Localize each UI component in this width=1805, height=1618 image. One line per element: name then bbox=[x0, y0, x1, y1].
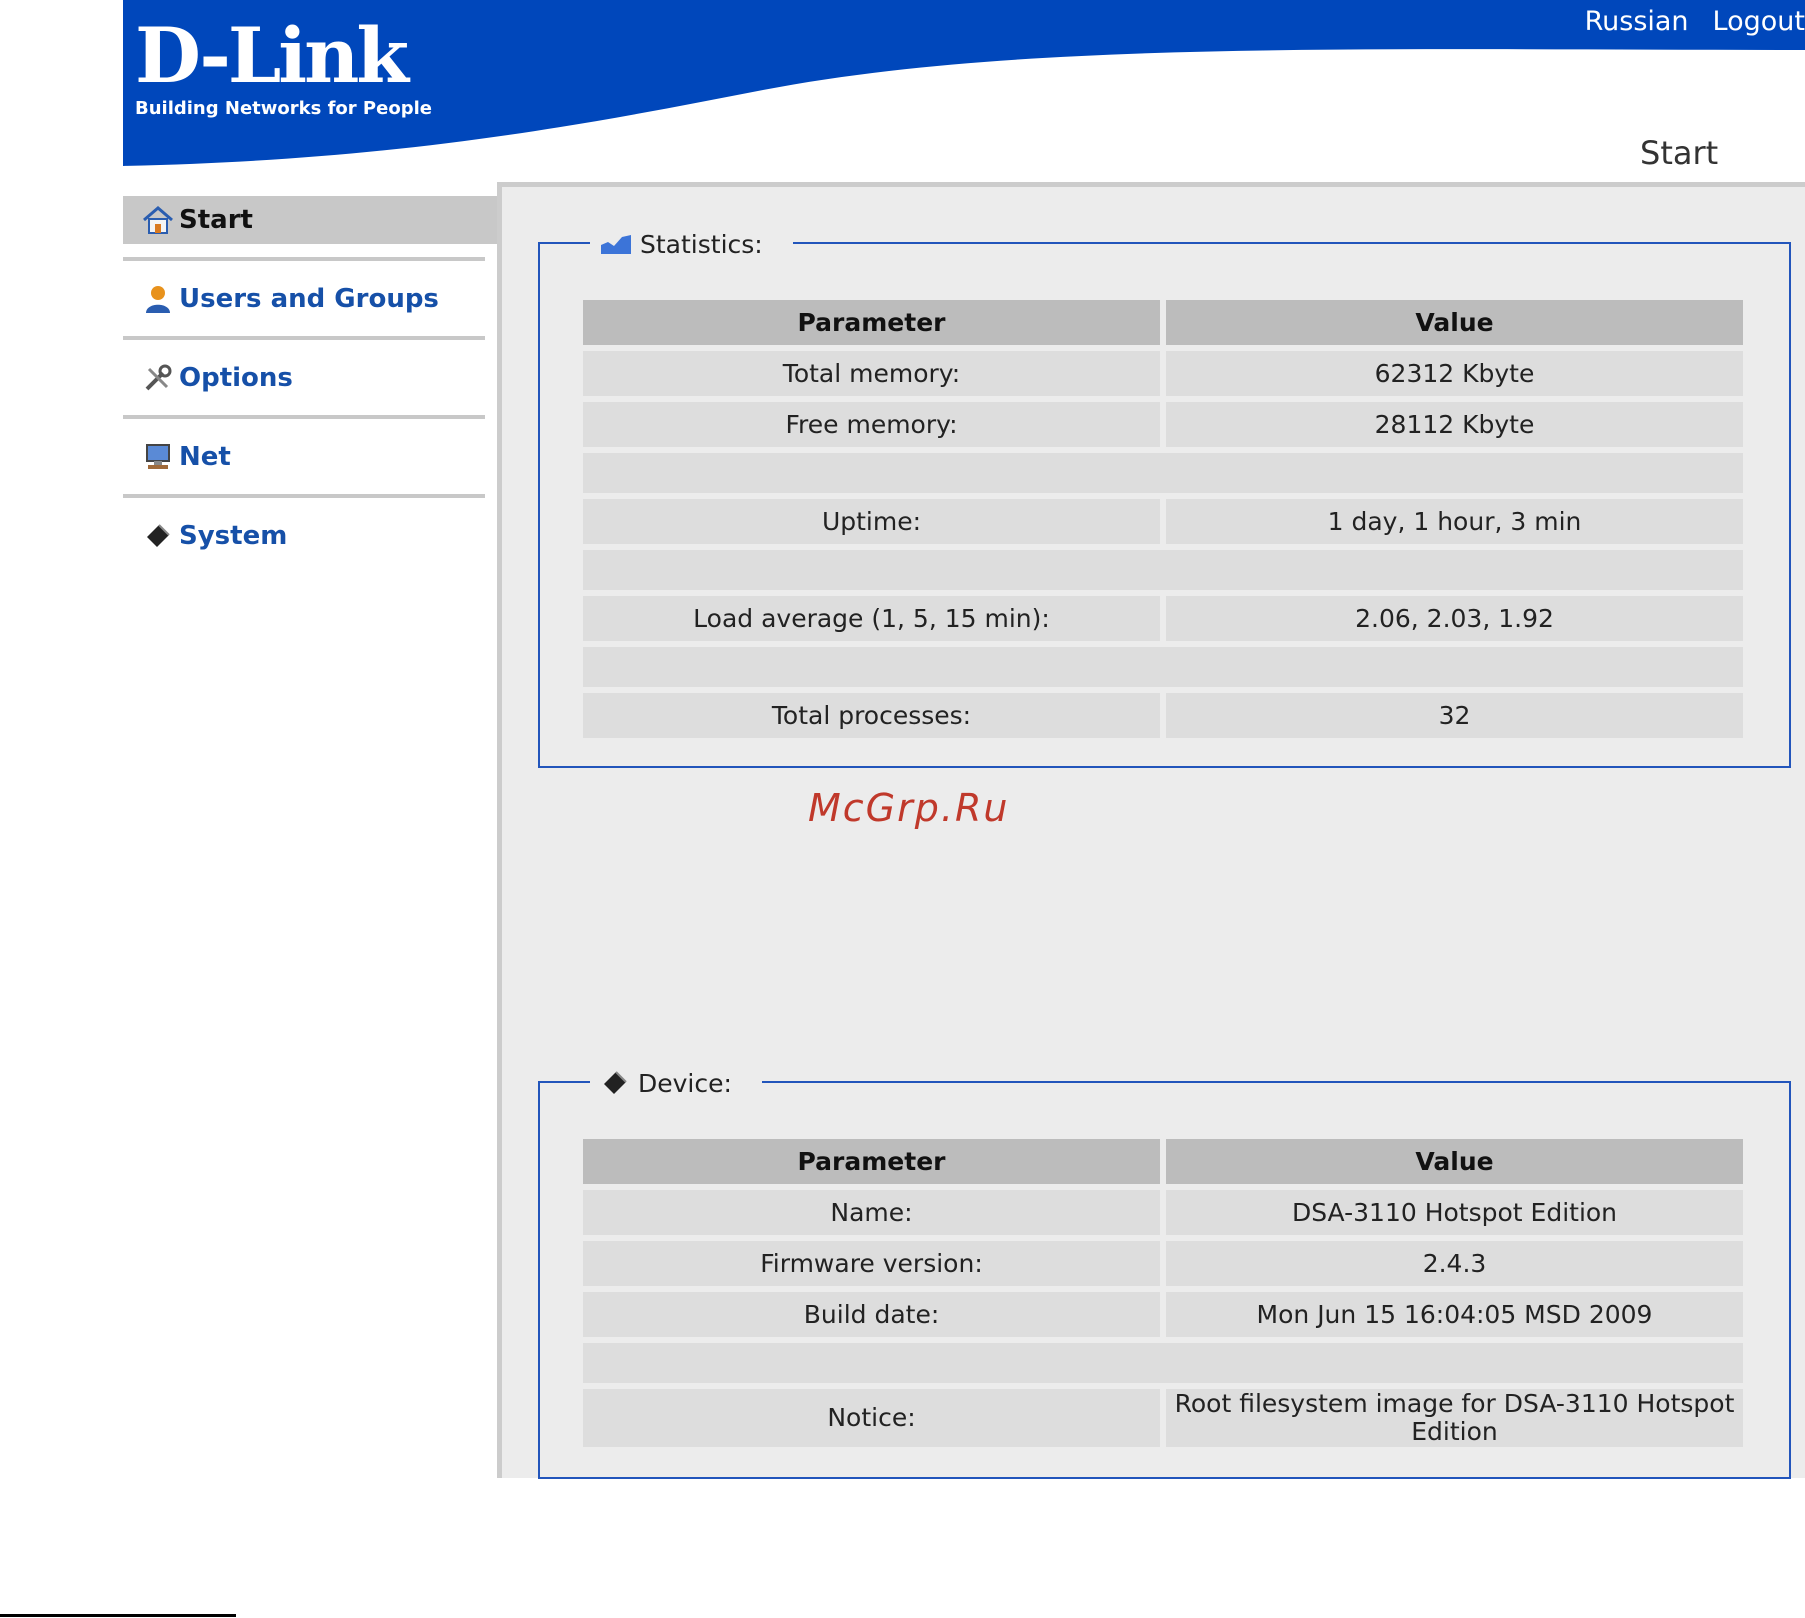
spacer-cell bbox=[583, 1343, 1743, 1383]
parameter-cell: Free memory: bbox=[583, 402, 1160, 447]
content-panel: Statistics: Parameter Value Total memory… bbox=[497, 182, 1805, 1479]
column-header-value: Value bbox=[1166, 300, 1743, 345]
divider bbox=[123, 415, 485, 419]
sidebar-item-system[interactable]: System bbox=[123, 512, 498, 591]
parameter-cell: Notice: bbox=[583, 1389, 1160, 1447]
value-cell: 32 bbox=[1166, 693, 1743, 738]
sidebar-item-label: Start bbox=[179, 205, 253, 235]
language-link-russian[interactable]: Russian bbox=[1585, 6, 1689, 37]
statistics-title: Statistics: bbox=[640, 229, 763, 259]
value-cell: 62312 Kbyte bbox=[1166, 351, 1743, 396]
computer-icon bbox=[141, 440, 175, 474]
parameter-cell: Total memory: bbox=[583, 351, 1160, 396]
value-cell: Root filesystem image for DSA-3110 Hotsp… bbox=[1166, 1389, 1743, 1447]
device-legend: Device: bbox=[590, 1063, 762, 1103]
column-header-parameter: Parameter bbox=[583, 300, 1160, 345]
device-table: Parameter Value Name: DSA-3110 Hotspot Ed… bbox=[577, 1133, 1749, 1453]
sidebar-item-net[interactable]: Net bbox=[123, 433, 498, 512]
value-cell: DSA-3110 Hotspot Edition bbox=[1166, 1190, 1743, 1235]
home-icon bbox=[141, 203, 175, 237]
divider bbox=[123, 257, 485, 261]
chip-icon bbox=[600, 1068, 630, 1098]
table-row-empty bbox=[583, 453, 1743, 493]
table-header-row: Parameter Value bbox=[583, 1139, 1743, 1184]
logo-tagline: Building Networks for People bbox=[135, 98, 432, 119]
value-cell: 1 day, 1 hour, 3 min bbox=[1166, 499, 1743, 544]
watermark-text: McGrp.Ru bbox=[808, 786, 1010, 830]
logout-link[interactable]: Logout bbox=[1713, 6, 1805, 37]
statistics-panel: Statistics: Parameter Value Total memory… bbox=[538, 224, 1791, 768]
value-cell: 28112 Kbyte bbox=[1166, 402, 1743, 447]
sidebar-item-label: System bbox=[179, 521, 288, 551]
spacer-cell bbox=[583, 453, 1743, 493]
sidebar-item-start[interactable]: Start bbox=[123, 196, 498, 275]
sidebar-nav: Start Users and Groups Options Net Syste… bbox=[123, 196, 498, 591]
device-title: Device: bbox=[638, 1068, 732, 1098]
page-title: Start bbox=[1640, 134, 1719, 172]
header-banner: D-Link Building Networks for People Russ… bbox=[123, 0, 1805, 166]
sidebar-item-label: Net bbox=[179, 442, 231, 472]
value-cell: 2.4.3 bbox=[1166, 1241, 1743, 1286]
table-row-empty bbox=[583, 550, 1743, 590]
table-row: Total memory: 62312 Kbyte bbox=[583, 351, 1743, 396]
statistics-table: Parameter Value Total memory: 62312 Kbyte… bbox=[577, 294, 1749, 744]
table-row: Uptime: 1 day, 1 hour, 3 min bbox=[583, 499, 1743, 544]
parameter-cell: Firmware version: bbox=[583, 1241, 1160, 1286]
parameter-cell: Name: bbox=[583, 1190, 1160, 1235]
table-row: Name: DSA-3110 Hotspot Edition bbox=[583, 1190, 1743, 1235]
parameter-cell: Uptime: bbox=[583, 499, 1160, 544]
tools-icon bbox=[141, 361, 175, 395]
top-links: Russian Logout bbox=[1585, 6, 1805, 37]
value-cell: Mon Jun 15 16:04:05 MSD 2009 bbox=[1166, 1292, 1743, 1337]
divider bbox=[123, 336, 485, 340]
column-header-value: Value bbox=[1166, 1139, 1743, 1184]
table-row: Load average (1, 5, 15 min): 2.06, 2.03, … bbox=[583, 596, 1743, 641]
value-cell: 2.06, 2.03, 1.92 bbox=[1166, 596, 1743, 641]
table-header-row: Parameter Value bbox=[583, 300, 1743, 345]
spacer-cell bbox=[583, 550, 1743, 590]
dlink-logo: D-Link Building Networks for People bbox=[135, 11, 432, 120]
sidebar-item-users-and-groups[interactable]: Users and Groups bbox=[123, 275, 498, 354]
parameter-cell: Load average (1, 5, 15 min): bbox=[583, 596, 1160, 641]
table-row: Build date: Mon Jun 15 16:04:05 MSD 2009 bbox=[583, 1292, 1743, 1337]
parameter-cell: Total processes: bbox=[583, 693, 1160, 738]
sidebar-item-label: Options bbox=[179, 363, 293, 393]
device-panel: Device: Parameter Value Name: DSA-3110 Ho… bbox=[538, 1063, 1791, 1479]
column-header-parameter: Parameter bbox=[583, 1139, 1160, 1184]
chip-icon bbox=[141, 519, 175, 553]
user-icon bbox=[141, 282, 175, 316]
table-row: Free memory: 28112 Kbyte bbox=[583, 402, 1743, 447]
chart-icon bbox=[600, 233, 632, 255]
sidebar-item-options[interactable]: Options bbox=[123, 354, 498, 433]
logo-brand: D-Link bbox=[135, 11, 409, 100]
spacer-cell bbox=[583, 647, 1743, 687]
sidebar-item-label: Users and Groups bbox=[179, 284, 439, 314]
table-row-empty bbox=[583, 647, 1743, 687]
table-row: Notice: Root filesystem image for DSA-311… bbox=[583, 1389, 1743, 1447]
footer-rule bbox=[0, 1614, 236, 1617]
divider bbox=[123, 494, 485, 498]
table-row: Total processes: 32 bbox=[583, 693, 1743, 738]
table-row: Firmware version: 2.4.3 bbox=[583, 1241, 1743, 1286]
statistics-legend: Statistics: bbox=[590, 224, 793, 264]
table-row-empty bbox=[583, 1343, 1743, 1383]
parameter-cell: Build date: bbox=[583, 1292, 1160, 1337]
